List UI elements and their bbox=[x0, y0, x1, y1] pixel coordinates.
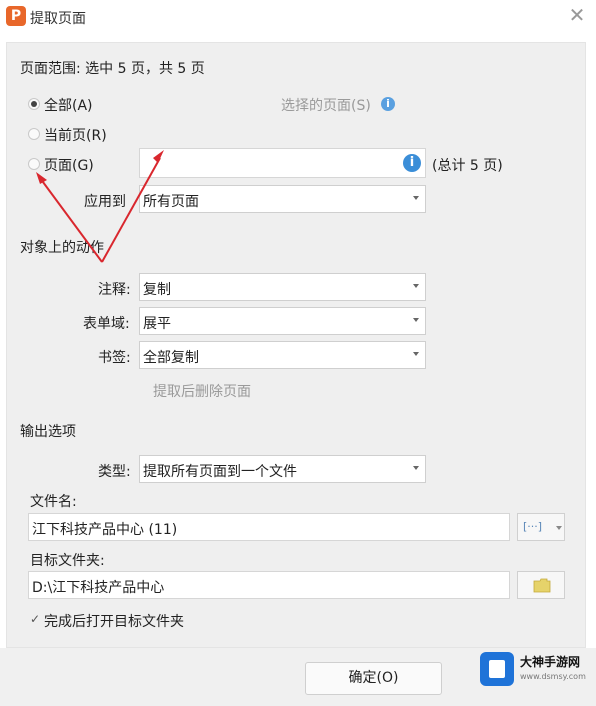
info-icon: i bbox=[381, 97, 395, 111]
chevron-down-icon bbox=[413, 352, 419, 356]
radio-pages[interactable] bbox=[28, 158, 40, 170]
ok-button[interactable]: 确定(O) bbox=[305, 662, 442, 695]
selected-pages-label: 选择的页面(S) bbox=[281, 98, 371, 114]
close-icon[interactable]: ✕ bbox=[566, 4, 588, 26]
open-folder-after-label[interactable]: 完成后打开目标文件夹 bbox=[44, 611, 184, 631]
target-folder-label: 目标文件夹: bbox=[30, 553, 105, 569]
filename-macro-button[interactable]: [···] bbox=[517, 513, 565, 541]
window-title: 提取页面 bbox=[30, 11, 86, 27]
title-bar: P 提取页面 ✕ bbox=[0, 0, 596, 34]
browse-folder-button[interactable] bbox=[517, 571, 565, 599]
filename-input[interactable]: 江下科技产品中心 (11) bbox=[28, 513, 510, 541]
radio-current-page-label[interactable]: 当前页(R) bbox=[44, 125, 107, 145]
target-folder-input[interactable]: D:\江下科技产品中心 bbox=[28, 571, 510, 599]
apply-to-select[interactable]: 所有页面 bbox=[139, 185, 426, 213]
apply-to-label: 应用到 bbox=[84, 194, 126, 210]
delete-after-extract-option[interactable]: 提取后删除页面 bbox=[153, 381, 251, 401]
watermark-logo-icon bbox=[480, 652, 514, 686]
chevron-down-icon bbox=[413, 466, 419, 470]
radio-current-page[interactable] bbox=[28, 128, 40, 140]
watermark: 大神手游网 www.dsmsy.com bbox=[480, 648, 590, 688]
chevron-down-icon bbox=[556, 526, 562, 530]
bookmark-select[interactable]: 全部复制 bbox=[139, 341, 426, 369]
chevron-down-icon bbox=[413, 284, 419, 288]
radio-all-label[interactable]: 全部(A) bbox=[44, 95, 93, 115]
filename-label: 文件名: bbox=[30, 494, 77, 510]
radio-pages-label[interactable]: 页面(G) bbox=[44, 155, 94, 175]
bookmark-label: 书签: bbox=[98, 350, 131, 366]
chevron-down-icon bbox=[413, 196, 419, 200]
open-after-checkbox-icon[interactable]: ✓ bbox=[30, 613, 40, 625]
watermark-url: www.dsmsy.com bbox=[520, 672, 586, 681]
form-field-label: 表单域: bbox=[83, 316, 130, 332]
type-label: 类型: bbox=[98, 464, 131, 480]
filename-macro-label: [···] bbox=[523, 520, 543, 533]
pages-info-icon: i bbox=[403, 154, 421, 172]
folder-icon bbox=[533, 578, 551, 593]
annotation-label: 注释: bbox=[98, 282, 131, 298]
chevron-down-icon bbox=[413, 318, 419, 322]
type-select[interactable]: 提取所有页面到一个文件 bbox=[139, 455, 426, 483]
form-field-select[interactable]: 展平 bbox=[139, 307, 426, 335]
output-section-title: 输出选项 bbox=[20, 424, 76, 440]
app-logo-icon: P bbox=[6, 6, 26, 26]
actions-section-title: 对象上的动作 bbox=[20, 240, 104, 256]
page-range-summary: 页面范围: 选中 5 页，共 5 页 bbox=[20, 61, 205, 77]
annotation-select[interactable]: 复制 bbox=[139, 273, 426, 301]
total-pages-label: (总计 5 页) bbox=[432, 158, 503, 174]
radio-all[interactable] bbox=[28, 98, 40, 110]
watermark-brand: 大神手游网 bbox=[520, 655, 581, 669]
pages-input[interactable]: i bbox=[139, 148, 426, 178]
